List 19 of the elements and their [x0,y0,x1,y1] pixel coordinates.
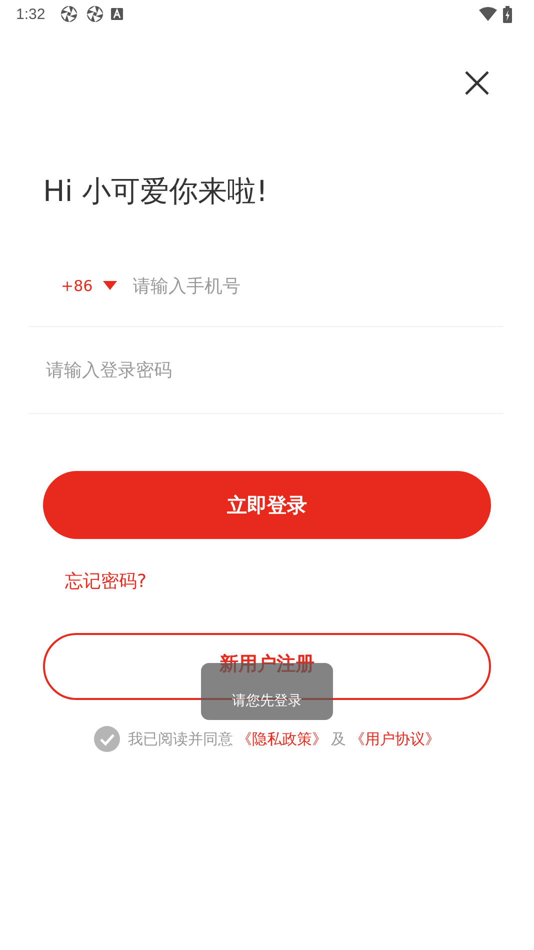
agreement-text: 我已阅读并同意 [128,730,233,748]
forgot-password-link[interactable]: 忘记密码? [65,569,147,593]
close-icon[interactable] [464,70,490,96]
greeting-title: Hi 小可爱你来啦! [43,173,269,210]
keyboard-icon [111,8,124,20]
privacy-policy-link[interactable]: 《隐私政策》 [237,730,327,748]
status-time: 1:32 [16,6,46,22]
caret-icon [102,281,117,291]
user-agreement-link[interactable]: 《用户协议》 [350,730,440,748]
aperture-icon [59,4,80,24]
aperture-icon [85,4,106,24]
country-code-selector[interactable]: +86 [61,277,117,295]
login-button[interactable]: 立即登录 [43,471,491,539]
password-input[interactable]: 请输入登录密码 [44,358,503,382]
phone-input[interactable]: 请输入手机号 [130,274,503,298]
wifi-icon [479,7,497,21]
agreement-text: 及 [331,730,346,748]
agreement-checkbox[interactable] [94,726,120,752]
battery-icon [503,6,512,22]
